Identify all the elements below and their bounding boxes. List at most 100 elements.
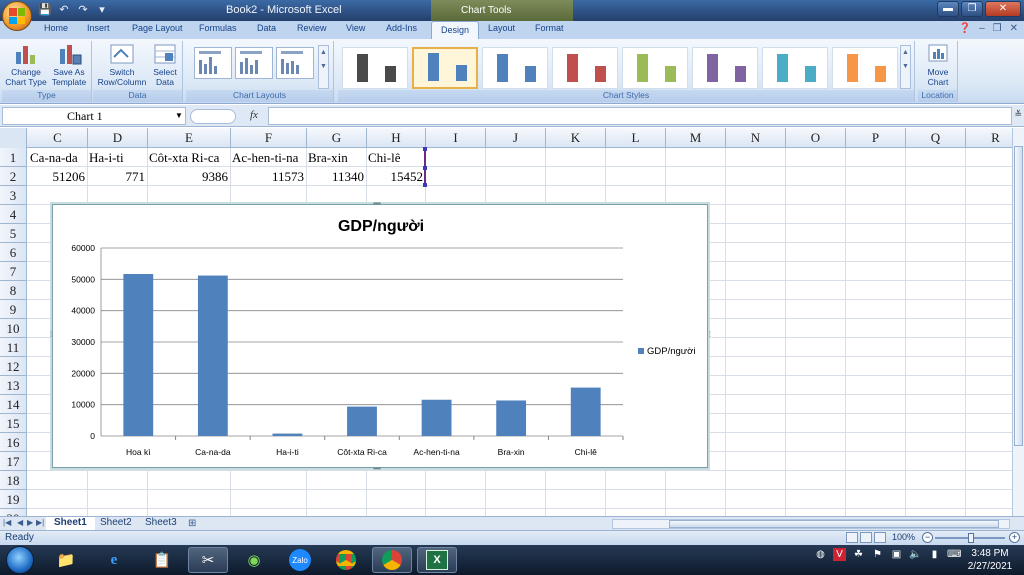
row-header-17[interactable]: 17 <box>0 452 27 471</box>
tab-data[interactable]: Data <box>257 23 276 33</box>
cell-H2[interactable]: 15452 <box>366 167 425 186</box>
first-sheet-icon[interactable]: |◀ <box>3 518 11 527</box>
row-header-14[interactable]: 14 <box>0 395 27 414</box>
tab-format[interactable]: Format <box>535 23 564 33</box>
cell-G1[interactable]: Bra-xin <box>306 148 350 167</box>
switch-row-column-button[interactable]: Switch Row/Column <box>95 43 149 87</box>
row-header-11[interactable]: 11 <box>0 338 27 357</box>
chart-style-6[interactable] <box>692 47 758 89</box>
page-layout-view-icon[interactable] <box>860 532 872 543</box>
range-handle[interactable] <box>423 147 427 151</box>
layouts-gallery-scroll[interactable]: ▲ ▼ <box>318 45 329 89</box>
styles-gallery-scroll[interactable]: ▲ ▼ <box>900 45 911 89</box>
page-break-view-icon[interactable] <box>874 532 886 543</box>
chart-style-1[interactable] <box>342 47 408 89</box>
antivirus-tray-icon[interactable]: V <box>833 548 846 561</box>
sheet-tab-sheet2[interactable]: Sheet2 <box>92 517 140 530</box>
range-handle[interactable] <box>423 166 427 170</box>
tab-design[interactable]: Design <box>431 21 480 39</box>
minimize-button[interactable]: ▬ <box>937 1 959 17</box>
column-header-l[interactable]: L <box>606 128 666 148</box>
cell-E1[interactable]: Côt-xta Ri-ca <box>147 148 221 167</box>
chart-resize-handle-left[interactable]: ⁞ <box>50 330 52 339</box>
sheet-tab-sheet3[interactable]: Sheet3 <box>137 517 185 530</box>
layout-thumb-2[interactable] <box>235 47 273 79</box>
column-header-g[interactable]: G <box>307 128 367 148</box>
redo-icon[interactable]: ↷ <box>76 3 90 17</box>
column-header-m[interactable]: M <box>666 128 726 148</box>
range-handle[interactable] <box>423 183 427 187</box>
row-header-15[interactable]: 15 <box>0 414 27 433</box>
zoom-out-icon[interactable]: − <box>922 532 933 543</box>
zoom-level[interactable]: 100% <box>892 532 915 542</box>
chart-legend[interactable]: GDP/người <box>638 346 696 357</box>
horizontal-scrollbar[interactable] <box>612 519 1010 529</box>
tab-layout[interactable]: Layout <box>488 23 515 33</box>
name-box-dropdown-icon[interactable]: ▼ <box>175 111 183 120</box>
zoom-slider-knob[interactable] <box>968 533 974 543</box>
column-header-h[interactable]: H <box>367 128 426 148</box>
column-header-e[interactable]: E <box>148 128 231 148</box>
next-sheet-icon[interactable]: ▶ <box>27 518 33 527</box>
chart-y-axis[interactable]: 0 10000 20000 30000 40000 50000 60000 <box>71 243 95 441</box>
cell-D1[interactable]: Ha-i-ti <box>87 148 126 167</box>
chart-style-7[interactable] <box>762 47 828 89</box>
row-header-5[interactable]: 5 <box>0 224 27 243</box>
action-center-icon[interactable]: ▣ <box>890 548 903 561</box>
chrome-icon[interactable] <box>326 547 366 573</box>
insert-sheet-icon[interactable]: ⊞ <box>188 518 196 529</box>
chrome-user-icon[interactable] <box>372 547 412 573</box>
last-sheet-icon[interactable]: ▶| <box>36 518 44 527</box>
customize-qat-icon[interactable]: ▾ <box>95 3 109 17</box>
file-explorer-icon[interactable]: 📁 <box>46 547 86 573</box>
tab-home[interactable]: Home <box>44 23 68 33</box>
prev-sheet-icon[interactable]: ◀ <box>17 518 23 527</box>
clock[interactable]: 3:48 PM 2/27/2021 <box>962 547 1018 573</box>
row-header-18[interactable]: 18 <box>0 471 27 490</box>
zalo-icon[interactable]: Zalo <box>280 547 320 573</box>
tab-view[interactable]: View <box>346 23 365 33</box>
bar-3[interactable] <box>347 406 377 436</box>
cell-G2[interactable]: 11340 <box>306 167 366 186</box>
row-header-16[interactable]: 16 <box>0 433 27 452</box>
row-header-9[interactable]: 9 <box>0 300 27 319</box>
chart-x-axis[interactable]: Hoa kì Ca-na-da Ha-i-ti Côt-xta Ri-ca Ac-hen… <box>126 436 624 457</box>
internet-explorer-icon[interactable]: e <box>94 547 134 573</box>
help-icon[interactable]: ❓ <box>959 23 971 34</box>
cell-C1[interactable]: Ca-na-da <box>28 148 80 167</box>
cell-F2[interactable]: 11573 <box>230 167 306 186</box>
signal-icon[interactable]: ▮ <box>928 548 941 561</box>
chart-style-8[interactable] <box>832 47 898 89</box>
tab-insert[interactable]: Insert <box>87 23 110 33</box>
row-header-20[interactable]: 20 <box>0 509 27 516</box>
cell-H1[interactable]: Chi-lê <box>366 148 403 167</box>
zoom-in-icon[interactable]: + <box>1009 532 1020 543</box>
chart-plot-area[interactable] <box>123 274 601 436</box>
language-icon[interactable]: ⌨ <box>947 548 961 561</box>
column-header-n[interactable]: N <box>726 128 786 148</box>
row-header-7[interactable]: 7 <box>0 262 27 281</box>
row-header-6[interactable]: 6 <box>0 243 27 262</box>
select-all-corner[interactable] <box>0 128 27 148</box>
column-header-k[interactable]: K <box>546 128 606 148</box>
bar-0[interactable] <box>123 274 154 436</box>
ribbon-minimize-icon[interactable]: – <box>979 23 985 34</box>
cell-C2[interactable]: 51206 <box>28 167 87 186</box>
cell-E2[interactable]: 9386 <box>147 167 230 186</box>
ribbon-restore-icon[interactable]: ❐ <box>993 23 1002 34</box>
formula-input[interactable] <box>268 107 1012 125</box>
office-app-icon[interactable]: 📋 <box>142 547 182 573</box>
snipping-tool-icon[interactable]: ✂ <box>188 547 228 573</box>
chart-object[interactable]: •••• •••• ⁞ ⁞ GDP/người 0 10000 20000 30000… <box>50 199 711 473</box>
name-box[interactable]: Chart 1 <box>2 107 186 125</box>
horizontal-scroll-thumb[interactable] <box>669 520 999 528</box>
greenshot-icon[interactable]: ◉ <box>234 547 274 573</box>
row-header-13[interactable]: 13 <box>0 376 27 395</box>
tab-page-layout[interactable]: Page Layout <box>132 23 183 33</box>
chart-style-5[interactable] <box>622 47 688 89</box>
excel-icon[interactable]: X <box>417 547 457 573</box>
row-header-8[interactable]: 8 <box>0 281 27 300</box>
bar-6[interactable] <box>570 387 601 436</box>
chart-style-3[interactable] <box>482 47 548 89</box>
restore-button[interactable]: ❐ <box>961 1 983 17</box>
